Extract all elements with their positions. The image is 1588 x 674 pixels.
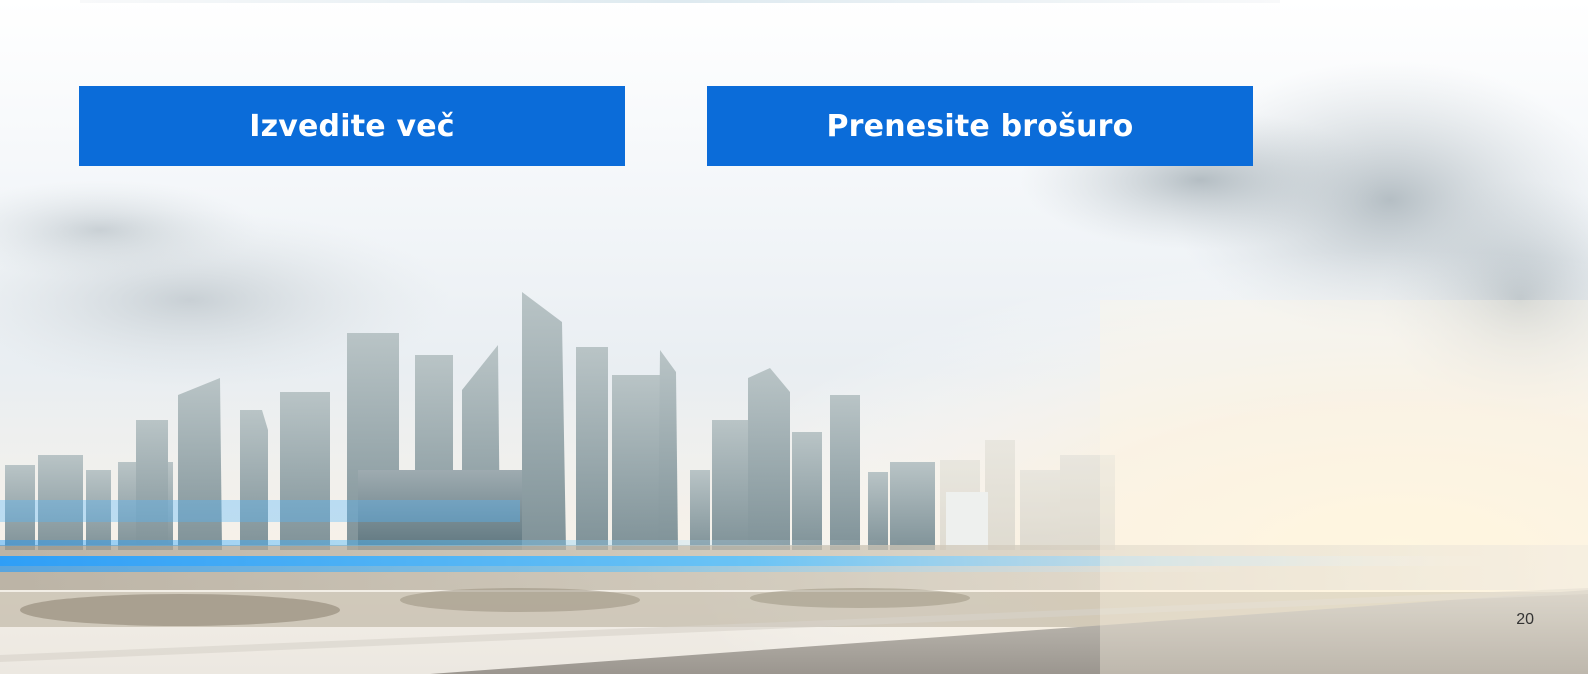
page-number: 20: [1516, 611, 1534, 628]
top-divider-line: [80, 0, 1280, 3]
learn-more-button[interactable]: Izvedite več: [79, 86, 625, 166]
download-brochure-button[interactable]: Prenesite brošuro: [707, 86, 1253, 166]
presentation-slide: Izvedite več Prenesite brošuro 20: [0, 0, 1588, 674]
